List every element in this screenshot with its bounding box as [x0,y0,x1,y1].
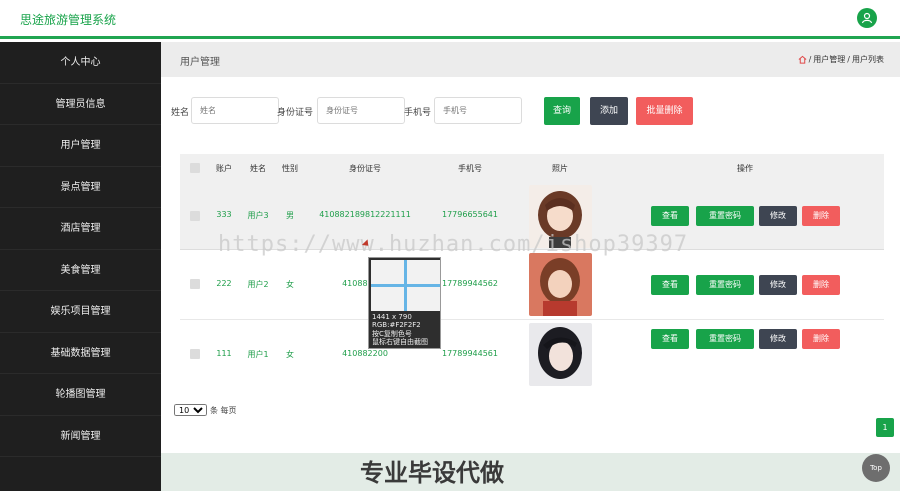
sidebar-item-admin[interactable]: 管理员信息 [0,84,161,125]
cell-phone: 17796655641 [442,210,498,220]
app-title: 思途旅游管理系统 [20,13,117,27]
phone-input[interactable] [434,97,522,124]
breadcrumb-item: 用户列表 [852,55,884,64]
table-header: 账户 姓名 性别 身份证号 手机号 照片 操作 [180,154,884,182]
breadcrumb-item[interactable]: 用户管理 [813,54,845,65]
view-button[interactable]: 查看 [651,275,689,295]
phone-label: 手机号 [404,108,432,118]
sidebar-item-food[interactable]: 美食管理 [0,250,161,291]
page-title: 用户管理 [180,57,220,68]
banner-text: 专业毕设代做 [360,459,504,487]
sidebar-item-attractions[interactable]: 景点管理 [0,167,161,208]
query-button[interactable]: 查询 [544,97,580,125]
sidebar-item-news[interactable]: 新闻管理 [0,416,161,457]
page-size-suffix: 条 每页 [210,405,237,415]
page-size-control: 10 条 每页 [174,404,237,416]
sidebar-item-carousel[interactable]: 轮播图管理 [0,374,161,416]
header-photo: 照片 [552,164,568,173]
select-all-checkbox[interactable] [190,163,200,173]
edit-button[interactable]: 修改 [759,206,797,226]
cell-account: 222 [216,278,232,288]
top-bar: 思途旅游管理系统 [0,0,900,39]
add-button[interactable]: 添加 [590,97,628,125]
delete-button[interactable]: 删除 [802,275,840,295]
edit-button[interactable]: 修改 [759,329,797,349]
sidebar-item-hotels[interactable]: 酒店管理 [0,208,161,250]
table-row: 111 用户1 女 410882200 17789944561 查看 重置密码 … [180,320,884,390]
sidebar-item-profile[interactable]: 个人中心 [0,42,161,84]
header-actions: 操作 [737,164,753,173]
back-to-top-button[interactable]: Top [862,454,890,482]
view-button[interactable]: 查看 [651,329,689,349]
home-icon[interactable] [798,55,807,64]
id-label: 身份证号 [277,108,314,118]
cell-name: 用户3 [247,211,269,221]
cell-name: 用户2 [247,279,269,289]
magnifier-preview [371,260,440,311]
cell-name: 用户1 [247,350,269,360]
user-photo [529,323,592,386]
breadcrumb: / 用户管理 / 用户列表 [798,54,884,65]
tooltip-hint-screenshot: 鼠标右键自由截图 [372,338,428,346]
name-label: 姓名 [171,108,190,118]
header-account: 账户 [216,164,232,173]
sidebar-item-users[interactable]: 用户管理 [0,125,161,167]
user-photo [529,253,592,316]
promo-banner: 专业毕设代做 [161,453,900,491]
batch-delete-button[interactable]: 批量删除 [636,97,693,125]
edit-button[interactable]: 修改 [759,275,797,295]
color-picker-tooltip: 1441 x 790 RGB:#F2F2F2 按C复制色号 鼠标右键自由截图 [368,257,441,349]
user-icon [861,12,873,24]
view-button[interactable]: 查看 [651,206,689,226]
reset-password-button[interactable]: 重置密码 [696,206,754,226]
sidebar: 个人中心 管理员信息 用户管理 景点管理 酒店管理 美食管理 娱乐项目管理 基础… [0,42,161,491]
cell-id: 410882189812221111 [319,210,411,220]
cell-id: 410882200 [342,349,388,359]
cell-account: 111 [216,349,232,359]
row-checkbox[interactable] [190,349,200,359]
delete-button[interactable]: 删除 [802,206,840,226]
user-table: 账户 姓名 性别 身份证号 手机号 照片 操作 333 用户3 男 410882… [180,154,884,389]
id-input[interactable] [317,97,405,124]
page-size-select[interactable]: 10 [174,404,207,416]
page-number-button[interactable]: 1 [876,418,894,437]
sidebar-item-basedata[interactable]: 基础数据管理 [0,333,161,374]
row-checkbox[interactable] [190,279,200,289]
cell-gender: 女 [286,279,294,289]
cell-account: 333 [216,210,232,220]
reset-password-button[interactable]: 重置密码 [696,329,754,349]
tooltip-rgb: RGB:#F2F2F2 [372,321,421,329]
cell-gender: 女 [286,350,294,360]
cell-gender: 男 [286,211,294,221]
reset-password-button[interactable]: 重置密码 [696,275,754,295]
header-id: 身份证号 [349,164,381,173]
table-row: 222 用户2 女 410882200 17789944562 查看 重置密码 … [180,250,884,320]
watermark-text: https://www.huzhan.com/ishop39397 [218,232,689,257]
tooltip-size: 1441 x 790 [372,313,412,321]
user-avatar-button[interactable] [857,8,877,28]
header-name: 姓名 [250,164,266,173]
cell-phone: 17789944561 [442,349,498,359]
delete-button[interactable]: 删除 [802,329,840,349]
header-gender: 性别 [282,164,298,173]
page-header: 用户管理 / 用户管理 / 用户列表 [161,42,900,77]
header-phone: 手机号 [458,164,482,173]
sidebar-item-entertainment[interactable]: 娱乐项目管理 [0,291,161,333]
row-checkbox[interactable] [190,211,200,221]
cell-phone: 17789944562 [442,278,498,288]
name-input[interactable] [191,97,279,124]
